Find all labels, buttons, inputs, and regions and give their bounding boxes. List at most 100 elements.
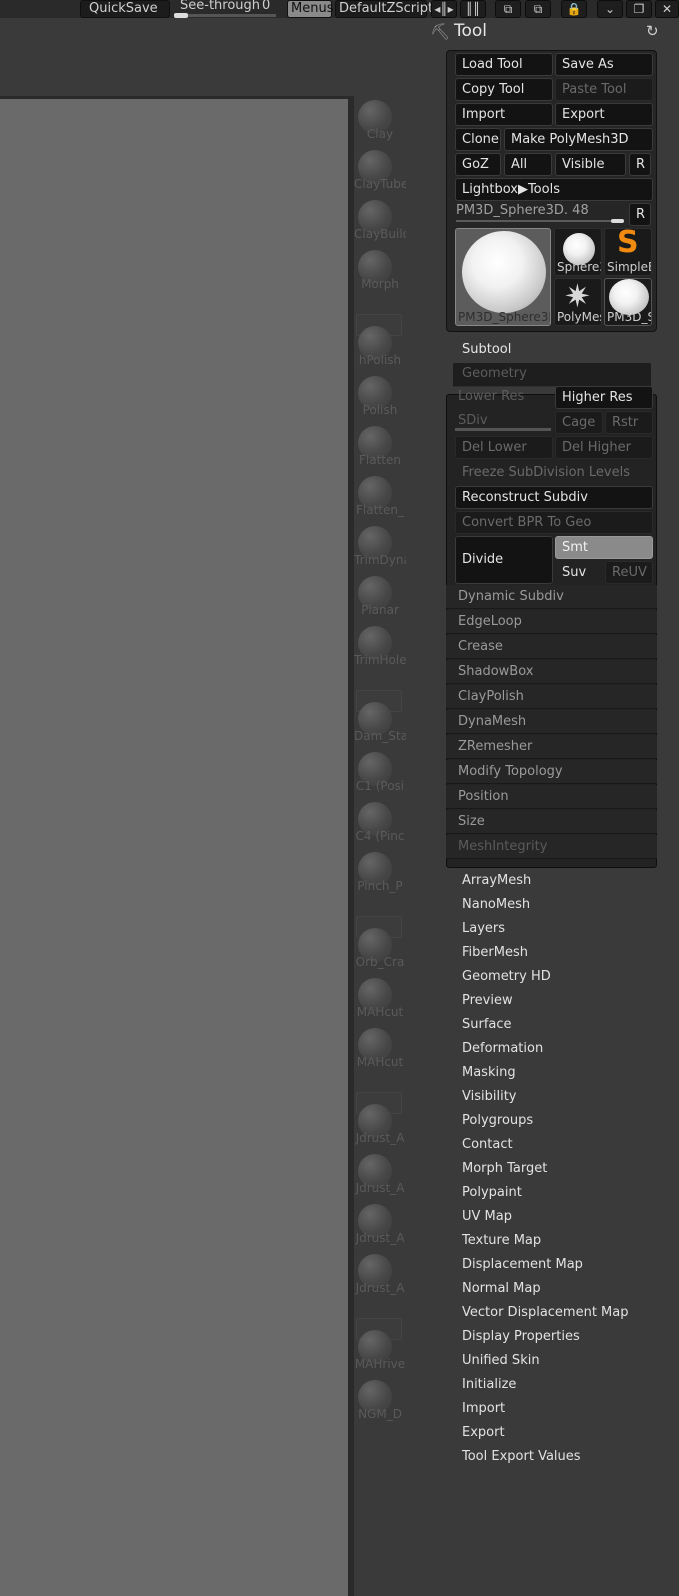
sdiv-slider[interactable] bbox=[455, 428, 551, 431]
smt-toggle[interactable]: Smt bbox=[555, 536, 653, 559]
lock-icon[interactable]: 🔒 bbox=[561, 0, 587, 18]
goz-visible-button[interactable]: Visible bbox=[555, 153, 626, 176]
make-polymesh3d-button[interactable]: Make PolyMesh3D bbox=[504, 128, 653, 151]
tool-menu-item[interactable]: Geometry HD bbox=[462, 969, 551, 984]
close-icon[interactable]: ✕ bbox=[655, 0, 679, 18]
suv-toggle[interactable]: Suv bbox=[555, 561, 603, 584]
brush-shortcut[interactable]: NGM_D bbox=[354, 1380, 406, 1421]
brush-shortcut[interactable]: ClayBuildup bbox=[354, 200, 406, 241]
minimize-icon[interactable]: ⌄ bbox=[597, 0, 623, 18]
brush-shortcut[interactable]: Polish bbox=[354, 376, 406, 417]
geometry-header[interactable]: Geometry bbox=[453, 363, 651, 387]
widen-tray-icon[interactable]: ║║ bbox=[460, 0, 486, 18]
tool-menu-item[interactable]: Polypaint bbox=[462, 1185, 522, 1200]
see-through-track[interactable] bbox=[174, 14, 276, 17]
geometry-sub-item[interactable]: ClayPolish bbox=[446, 685, 657, 709]
brush-shortcut[interactable]: Orb_Cra bbox=[354, 928, 406, 969]
tool-menu-item[interactable]: Vector Displacement Map bbox=[462, 1305, 629, 1320]
tool-menu-item[interactable]: Unified Skin bbox=[462, 1353, 540, 1368]
default-zscript-button[interactable]: DefaultZScript bbox=[335, 0, 433, 18]
brush-shortcut[interactable]: Jdrust_A bbox=[354, 1204, 406, 1245]
tool-menu-item[interactable]: Layers bbox=[462, 921, 505, 936]
convert-bpr-to-geo-button[interactable]: Convert BPR To Geo bbox=[455, 511, 653, 534]
tool-menu-item[interactable]: Contact bbox=[462, 1137, 513, 1152]
brush-shortcut[interactable]: MAHrive bbox=[354, 1330, 406, 1371]
tool-menu-item[interactable]: Initialize bbox=[462, 1377, 516, 1392]
tool-slider-track[interactable] bbox=[456, 220, 624, 222]
export-button[interactable]: Export bbox=[555, 103, 653, 126]
tool-menu-item[interactable]: Surface bbox=[462, 1017, 512, 1032]
paste-tool-button[interactable]: Paste Tool bbox=[555, 78, 653, 101]
brush-shortcut[interactable]: Flatten_ bbox=[354, 476, 406, 517]
goz-r-button[interactable]: R bbox=[629, 153, 651, 176]
tool-menu-item[interactable]: Export bbox=[462, 1425, 505, 1440]
tool-thumbnail-simplebrush[interactable]: S SimpleBrush bbox=[604, 228, 652, 276]
geometry-sub-item[interactable]: ZRemesher bbox=[446, 735, 657, 759]
brush-shortcut[interactable]: Morph bbox=[354, 250, 406, 291]
brush-shortcut[interactable]: Jdrust_A bbox=[354, 1254, 406, 1295]
brush-shortcut[interactable]: Jdrust_A bbox=[354, 1154, 406, 1195]
tool-menu-item[interactable]: Tool Export Values bbox=[462, 1449, 581, 1464]
geometry-sub-item[interactable]: Dynamic Subdiv bbox=[446, 585, 657, 609]
tool-menu-item[interactable]: Masking bbox=[462, 1065, 516, 1080]
geometry-sub-item[interactable]: ShadowBox bbox=[446, 660, 657, 684]
tool-menu-item[interactable]: Deformation bbox=[462, 1041, 543, 1056]
narrow-tray-icon[interactable]: ◂║▸ bbox=[431, 0, 457, 18]
tool-menu-item[interactable]: Import bbox=[462, 1401, 505, 1416]
tool-menu-item[interactable]: NanoMesh bbox=[462, 897, 530, 912]
brush-shortcut[interactable]: C1 (Posi bbox=[354, 752, 406, 793]
brush-shortcut[interactable]: Pinch_P bbox=[354, 852, 406, 893]
lower-res-button[interactable]: Lower Res bbox=[458, 389, 524, 404]
tool-menu-item[interactable]: Normal Map bbox=[462, 1281, 541, 1296]
tool-thumbnail-sphere3d[interactable]: Sphere3D bbox=[554, 228, 602, 276]
freeze-subdivision-levels-button[interactable]: Freeze SubDivision Levels bbox=[455, 461, 653, 484]
tool-thumbnail-pm3d-small[interactable]: PM3D_Sphere3D bbox=[604, 278, 652, 326]
tool-menu-item[interactable]: Visibility bbox=[462, 1089, 516, 1104]
del-lower-button[interactable]: Del Lower bbox=[455, 436, 553, 459]
reconstruct-subdiv-button[interactable]: Reconstruct Subdiv bbox=[455, 486, 653, 509]
brush-shortcut[interactable]: C4 (Pinc bbox=[354, 802, 406, 843]
quicksave-button[interactable]: QuickSave bbox=[80, 0, 170, 18]
layout-left-icon[interactable]: ⧉ bbox=[495, 0, 521, 18]
brush-shortcut[interactable]: Flatten bbox=[354, 426, 406, 467]
tool-menu-item[interactable]: Morph Target bbox=[462, 1161, 547, 1176]
tool-thumbnail-pm3d-sphere[interactable]: PM3D_Sphere3D bbox=[455, 228, 551, 326]
tool-palette-header[interactable]: ⛏ Tool ↻ bbox=[430, 20, 679, 46]
brush-shortcut[interactable]: Planar bbox=[354, 576, 406, 617]
brush-shortcut[interactable]: ClayTubes bbox=[354, 150, 406, 191]
geometry-sub-item[interactable]: Modify Topology bbox=[446, 760, 657, 784]
goz-button[interactable]: GoZ bbox=[455, 153, 501, 176]
lightbox-tools-button[interactable]: Lightbox▶Tools bbox=[455, 178, 653, 201]
geometry-sub-item[interactable]: EdgeLoop bbox=[446, 610, 657, 634]
copy-tool-button[interactable]: Copy Tool bbox=[455, 78, 553, 101]
tool-menu-item[interactable]: Displacement Map bbox=[462, 1257, 583, 1272]
save-as-button[interactable]: Save As bbox=[555, 53, 653, 76]
tool-thumbnail-polymesh3d[interactable]: ✷ PolyMesh3D bbox=[554, 278, 602, 326]
document-canvas[interactable] bbox=[0, 96, 354, 1596]
subtool-menu[interactable]: Subtool bbox=[462, 342, 511, 357]
import-button[interactable]: Import bbox=[455, 103, 553, 126]
reuv-button[interactable]: ReUV bbox=[605, 561, 653, 584]
tool-menu-item[interactable]: FiberMesh bbox=[462, 945, 528, 960]
tool-menu-item[interactable]: Display Properties bbox=[462, 1329, 580, 1344]
brush-shortcut[interactable]: TrimHoles bbox=[354, 626, 406, 667]
tool-slider-knob[interactable] bbox=[611, 219, 624, 223]
brush-shortcut[interactable]: Clay bbox=[354, 100, 406, 141]
higher-res-button[interactable]: Higher Res bbox=[555, 386, 653, 409]
restore-icon[interactable]: ❐ bbox=[626, 0, 652, 18]
divide-button[interactable]: Divide bbox=[455, 536, 553, 584]
layout-right-icon[interactable]: ⧉ bbox=[525, 0, 551, 18]
see-through-slider[interactable]: See-through 0 bbox=[172, 0, 276, 18]
brush-shortcut[interactable]: MAHcut bbox=[354, 978, 406, 1019]
brush-shortcut[interactable]: Jdrust_A bbox=[354, 1104, 406, 1145]
brush-shortcut[interactable]: hPolish bbox=[354, 326, 406, 367]
geometry-sub-item[interactable]: Size bbox=[446, 810, 657, 834]
brush-shortcut[interactable]: Dam_Standard bbox=[354, 702, 406, 743]
cage-button[interactable]: Cage bbox=[555, 411, 603, 434]
tool-menu-item[interactable]: UV Map bbox=[462, 1209, 512, 1224]
clone-button[interactable]: Clone bbox=[455, 128, 501, 151]
geometry-sub-item[interactable]: Position bbox=[446, 785, 657, 809]
tool-menu-item[interactable]: Texture Map bbox=[462, 1233, 541, 1248]
del-higher-button[interactable]: Del Higher bbox=[555, 436, 653, 459]
menus-toggle[interactable]: Menus bbox=[287, 0, 333, 18]
